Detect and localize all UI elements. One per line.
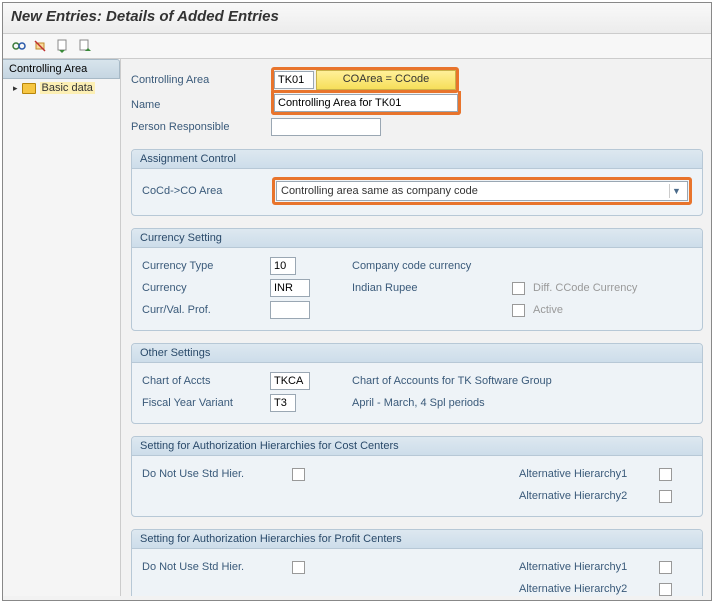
chart-of-accts-input[interactable] [270, 372, 310, 390]
curr-val-prof-label: Curr/Val. Prof. [142, 304, 262, 316]
next-entry-icon[interactable] [77, 38, 93, 54]
group-title: Currency Setting [132, 229, 702, 248]
active-label: Active [533, 304, 563, 316]
controlling-area-input[interactable] [274, 71, 314, 89]
no-std-hier-label: Do Not Use Std Hier. [142, 468, 292, 480]
curr-val-prof-input[interactable] [270, 301, 310, 319]
fiscal-year-variant-desc: April - March, 4 Spl periods [352, 397, 485, 409]
group-auth-profit-centers: Setting for Authorization Hierarchies fo… [131, 529, 703, 596]
group-title: Setting for Authorization Hierarchies fo… [132, 530, 702, 549]
currency-desc: Indian Rupee [352, 282, 417, 294]
no-std-hier-checkbox[interactable] [292, 468, 305, 481]
cocd-coarea-dropdown[interactable]: Controlling area same as company code ▼ [276, 181, 688, 201]
highlight-controlling-area: COArea = CCode [271, 67, 459, 93]
person-responsible-label: Person Responsible [131, 121, 271, 133]
controlling-area-label: Controlling Area [131, 74, 271, 86]
no-std-hier-label: Do Not Use Std Hier. [142, 561, 292, 573]
group-other-settings: Other Settings Chart of Accts Chart of A… [131, 343, 703, 424]
tree-item-label: Basic data [40, 82, 95, 94]
coarea-equals-ccode-button[interactable]: COArea = CCode [316, 70, 456, 90]
currency-type-input[interactable] [270, 257, 296, 275]
active-checkbox [512, 304, 525, 317]
alt-hierarchy2-checkbox[interactable] [659, 490, 672, 503]
chart-of-accts-label: Chart of Accts [142, 375, 262, 387]
currency-type-desc: Company code currency [352, 260, 471, 272]
group-title: Setting for Authorization Hierarchies fo… [132, 437, 702, 456]
name-label: Name [131, 99, 271, 111]
sidebar-header: Controlling Area [3, 59, 120, 79]
person-responsible-input[interactable] [271, 118, 381, 136]
tree-item-basic-data[interactable]: ▸ Basic data [3, 79, 120, 97]
diff-ccode-currency-label: Diff. CCode Currency [533, 282, 637, 294]
currency-type-label: Currency Type [142, 260, 262, 272]
alt-hierarchy1-checkbox[interactable] [659, 468, 672, 481]
delete-icon[interactable] [33, 38, 49, 54]
highlight-name [271, 91, 461, 115]
alt-hierarchy2-checkbox[interactable] [659, 583, 672, 596]
no-std-hier-checkbox[interactable] [292, 561, 305, 574]
chart-of-accts-desc: Chart of Accounts for TK Software Group [352, 375, 552, 387]
previous-entry-icon[interactable] [55, 38, 71, 54]
page-title: New Entries: Details of Added Entries [3, 3, 711, 34]
highlight-cocd-dropdown: Controlling area same as company code ▼ [272, 177, 692, 205]
currency-input[interactable] [270, 279, 310, 297]
name-input[interactable] [274, 94, 458, 112]
alt-hierarchy1-label: Alternative Hierarchy1 [519, 468, 659, 480]
group-assignment-control: Assignment Control CoCd->CO Area Control… [131, 149, 703, 216]
toggle-icon[interactable] [11, 38, 27, 54]
chevron-down-icon: ▼ [669, 184, 683, 198]
folder-icon [22, 83, 36, 94]
fiscal-year-variant-input[interactable] [270, 394, 296, 412]
group-title: Other Settings [132, 344, 702, 363]
dropdown-value: Controlling area same as company code [281, 185, 478, 197]
sidebar: Controlling Area ▸ Basic data [3, 59, 121, 596]
group-currency-setting: Currency Setting Currency Type Company c… [131, 228, 703, 331]
toolbar [3, 34, 711, 59]
cocd-coarea-label: CoCd->CO Area [142, 185, 262, 197]
main-panel: Controlling Area COArea = CCode Name Per… [121, 59, 711, 596]
tree-toggle-icon[interactable]: ▸ [13, 83, 18, 94]
alt-hierarchy2-label: Alternative Hierarchy2 [519, 583, 659, 595]
alt-hierarchy1-checkbox[interactable] [659, 561, 672, 574]
alt-hierarchy1-label: Alternative Hierarchy1 [519, 561, 659, 573]
group-auth-cost-centers: Setting for Authorization Hierarchies fo… [131, 436, 703, 517]
fiscal-year-variant-label: Fiscal Year Variant [142, 397, 262, 409]
alt-hierarchy2-label: Alternative Hierarchy2 [519, 490, 659, 502]
diff-ccode-currency-checkbox [512, 282, 525, 295]
group-title: Assignment Control [132, 150, 702, 169]
currency-label: Currency [142, 282, 262, 294]
window: New Entries: Details of Added Entries Co… [2, 2, 712, 601]
